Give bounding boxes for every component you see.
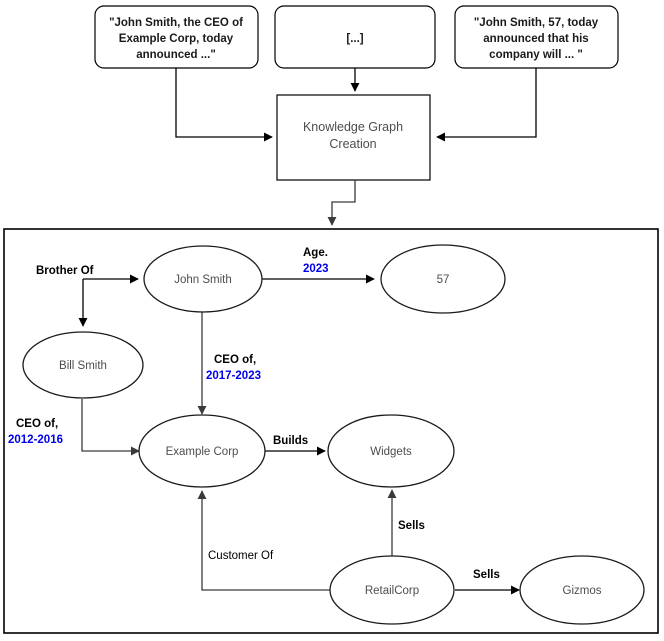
edge-label-brother-of-text: Brother Of	[36, 265, 94, 277]
node-widgets-label: Widgets	[370, 446, 412, 458]
node-example-corp-label: Example Corp	[166, 446, 239, 458]
edge-label-ceo-of-2012-qualifier: 2012-2016	[8, 434, 63, 446]
source-box-3: "John Smith, 57, today announced that hi…	[454, 5, 619, 69]
node-age-57-label: 57	[437, 274, 450, 286]
node-gizmos[interactable]: Gizmos	[519, 555, 645, 625]
source-box-1: "John Smith, the CEO of Example Corp, to…	[94, 5, 259, 69]
edge-label-sells-gizmos: Sells	[473, 569, 500, 581]
edge-label-ceo-of-2012: CEO of, 2012-2016	[8, 418, 63, 446]
source-box-1-line-2: Example Corp, today	[119, 33, 234, 45]
edge-label-age: Age. 2023	[303, 247, 329, 275]
edge-label-ceo-of-2012-text: CEO of,	[16, 418, 58, 430]
edge-label-builds-text: Builds	[273, 435, 308, 447]
node-widgets[interactable]: Widgets	[327, 414, 455, 488]
node-john-smith[interactable]: John Smith	[143, 245, 263, 313]
edge-label-ceo-of-2017-text: CEO of,	[214, 354, 256, 366]
edge-label-age-qualifier: 2023	[303, 263, 329, 275]
edge-label-ceo-of-2017: CEO of, 2017-2023	[206, 354, 261, 382]
node-bill-smith-label: Bill Smith	[59, 360, 107, 372]
process-box-knowledge-graph-creation: Knowledge Graph Creation	[276, 94, 431, 181]
node-bill-smith[interactable]: Bill Smith	[22, 331, 144, 399]
edge-label-ceo-of-2017-qualifier: 2017-2023	[206, 370, 261, 382]
edge-label-sells-widgets-text: Sells	[398, 520, 425, 532]
connector-source3-to-process	[436, 68, 537, 142]
edge-label-sells-widgets: Sells	[398, 520, 425, 532]
source-box-1-line-3: announced ..."	[136, 49, 216, 61]
edge-label-customer-of-text: Customer Of	[208, 550, 274, 562]
connector-process-to-graph	[327, 180, 356, 226]
source-box-3-line-2: announced that his	[483, 33, 588, 45]
edge-label-customer-of: Customer Of	[208, 550, 274, 562]
node-example-corp[interactable]: Example Corp	[138, 414, 266, 488]
node-age-57[interactable]: 57	[380, 244, 506, 314]
source-box-3-line-1: "John Smith, 57, today	[474, 17, 599, 29]
edge-customer-of-retailcorp-to-examplecorp	[197, 490, 330, 591]
edge-label-builds: Builds	[273, 435, 308, 447]
source-box-3-line-3: company will ... "	[489, 49, 583, 61]
process-label-line-2: Creation	[329, 137, 376, 151]
node-retailcorp[interactable]: RetailCorp	[329, 555, 455, 625]
process-label-line-1: Knowledge Graph	[303, 120, 403, 134]
edge-label-sells-gizmos-text: Sells	[473, 569, 500, 581]
edge-label-age-text: Age.	[303, 247, 328, 259]
knowledge-graph-diagram: "John Smith, the CEO of Example Corp, to…	[0, 0, 664, 641]
node-gizmos-label: Gizmos	[563, 585, 602, 597]
connector-source1-to-process	[175, 68, 273, 142]
diagram-canvas: "John Smith, the CEO of Example Corp, to…	[3, 5, 659, 634]
source-box-2: [...]	[274, 5, 436, 69]
node-retailcorp-label: RetailCorp	[365, 585, 419, 597]
node-john-smith-label: John Smith	[174, 274, 232, 286]
source-box-1-line-1: "John Smith, the CEO of	[109, 17, 243, 29]
source-box-2-line-1: [...]	[346, 33, 363, 45]
edge-ceo-2012-bill-to-examplecorp	[81, 399, 140, 456]
edge-label-brother-of: Brother Of	[36, 265, 94, 277]
